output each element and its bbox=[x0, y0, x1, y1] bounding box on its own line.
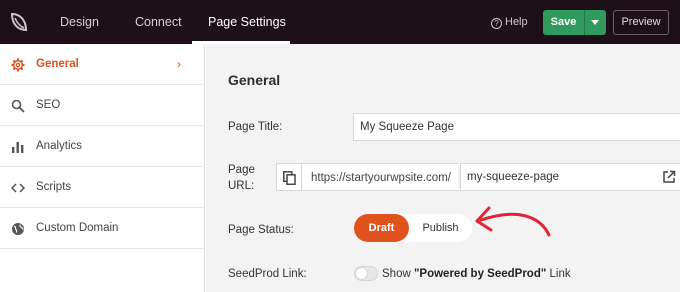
seedprod-link-text: Show "Powered by SeedProd" Link bbox=[382, 268, 571, 280]
code-icon bbox=[11, 183, 25, 193]
sidebar-item-analytics[interactable]: Analytics bbox=[0, 126, 204, 167]
sidebar-item-general[interactable]: General › bbox=[0, 44, 204, 85]
url-prefix: https://startyourwpsite.com/ bbox=[302, 163, 458, 191]
gear-icon bbox=[11, 58, 25, 72]
sidebar-item-label: Custom Domain bbox=[36, 222, 119, 234]
page-slug-input[interactable]: my-squeeze-page bbox=[460, 163, 680, 191]
sidebar-item-scripts[interactable]: Scripts bbox=[0, 167, 204, 208]
sidebar-item-seo[interactable]: SEO bbox=[0, 85, 204, 126]
tab-page-settings[interactable]: Page Settings bbox=[208, 0, 286, 44]
seedprod-text-before: Show bbox=[382, 268, 414, 280]
page-url-label-line1: Page bbox=[228, 164, 255, 176]
page-title-input[interactable]: My Squeeze Page bbox=[353, 113, 680, 141]
bar-chart-icon bbox=[12, 142, 24, 153]
save-button[interactable]: Save bbox=[543, 10, 584, 35]
general-settings-panel: General Page Title: My Squeeze Page Page… bbox=[206, 44, 680, 292]
chevron-right-icon: › bbox=[177, 57, 181, 71]
help-label: Help bbox=[505, 16, 528, 28]
search-icon bbox=[11, 99, 25, 113]
sidebar-item-custom-domain[interactable]: Custom Domain bbox=[0, 208, 204, 249]
copy-icon bbox=[283, 171, 296, 185]
seedprod-text-bold: "Powered by SeedProd" bbox=[413, 268, 547, 280]
page-status-label: Page Status: bbox=[228, 224, 294, 236]
page-url-label-line2: URL: bbox=[228, 180, 255, 192]
page-status-toggle: Draft Publish bbox=[354, 214, 472, 242]
settings-sidebar: General › SEO Analytics Scripts Custom D… bbox=[0, 44, 205, 292]
seedprod-text-after: Link bbox=[546, 268, 571, 280]
annotation-arrow-icon bbox=[475, 206, 551, 237]
status-publish-option[interactable]: Publish bbox=[409, 214, 472, 242]
page-title-label: Page Title: bbox=[228, 121, 283, 133]
seedprod-link-label: SeedProd Link: bbox=[228, 268, 307, 280]
preview-button[interactable]: Preview bbox=[613, 10, 669, 35]
external-link-icon[interactable] bbox=[662, 170, 676, 184]
sidebar-item-label: SEO bbox=[36, 99, 61, 111]
seedprod-logo-icon bbox=[10, 12, 28, 32]
toggle-knob bbox=[356, 268, 367, 279]
sidebar-item-label: General bbox=[36, 58, 79, 70]
globe-icon bbox=[12, 223, 24, 235]
save-options-dropdown[interactable] bbox=[585, 10, 606, 35]
top-bar: Design Connect Page Settings ? Help Save … bbox=[0, 0, 680, 44]
tab-design[interactable]: Design bbox=[60, 0, 99, 44]
sidebar-item-label: Scripts bbox=[36, 181, 72, 193]
copy-url-button[interactable] bbox=[276, 163, 302, 191]
page-title: General bbox=[228, 72, 281, 88]
status-draft-option[interactable]: Draft bbox=[354, 214, 409, 242]
help-icon: ? bbox=[491, 18, 502, 29]
page-slug-value: my-squeeze-page bbox=[467, 171, 560, 183]
tab-connect[interactable]: Connect bbox=[135, 0, 182, 44]
sidebar-item-label: Analytics bbox=[36, 140, 83, 152]
save-button-group: Save bbox=[543, 10, 606, 35]
page-url-field: https://startyourwpsite.com/ my-squeeze-… bbox=[276, 163, 680, 191]
seedprod-link-toggle[interactable] bbox=[354, 266, 378, 281]
help-link[interactable]: ? Help bbox=[491, 0, 528, 44]
